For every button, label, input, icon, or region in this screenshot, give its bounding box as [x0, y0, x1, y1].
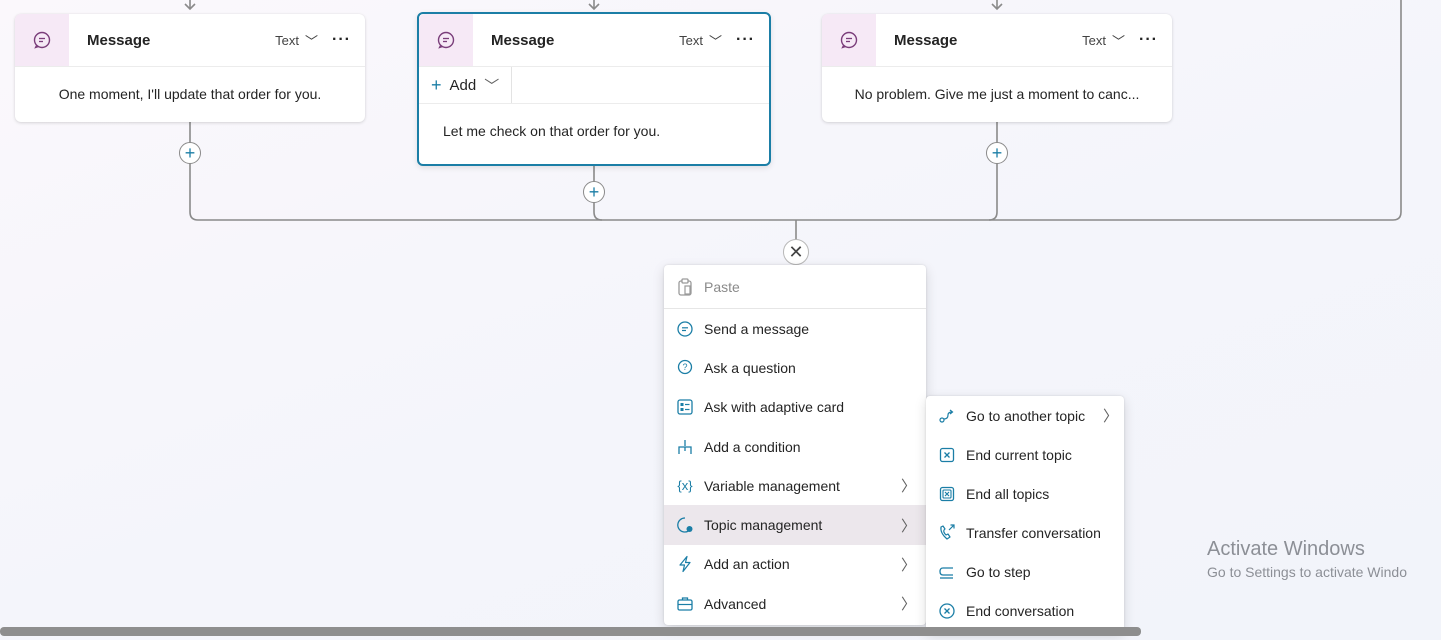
add-node-button[interactable]: + [583, 181, 605, 203]
chevron-right-icon: 〉 [900, 556, 916, 574]
submenu-item-end-all-topics[interactable]: End all topics [926, 474, 1124, 513]
card-header: Message Text ﹀ ··· [15, 14, 365, 67]
more-options-button[interactable]: ··· [736, 31, 755, 49]
submenu-item-label: Transfer conversation [966, 524, 1101, 541]
end-topic-icon [938, 446, 956, 464]
lightning-icon [676, 555, 694, 573]
message-text[interactable]: Let me check on that order for you. [419, 104, 769, 158]
menu-item-add-condition[interactable]: Add a condition [664, 427, 926, 466]
toolbox-icon [676, 595, 694, 613]
card-title: Message [894, 31, 958, 49]
chevron-right-icon: 〉 [900, 596, 916, 614]
variable-icon: {x} [677, 478, 693, 494]
message-text[interactable]: No problem. Give me just a moment to can… [822, 67, 1172, 121]
add-dropdown-button[interactable]: + Add ﹀ [419, 67, 513, 103]
end-conversation-icon [938, 602, 956, 620]
plus-icon: + [431, 74, 442, 95]
chat-bubble-icon [676, 320, 694, 338]
plus-icon: + [588, 182, 600, 202]
menu-item-send-message[interactable]: Send a message [664, 309, 926, 348]
menu-item-paste[interactable]: Paste [664, 265, 926, 308]
branch-icon [676, 438, 694, 456]
menu-item-label: Add an action [704, 556, 790, 573]
message-type-label: Text [679, 32, 703, 48]
menu-item-label: Send a message [704, 320, 810, 337]
message-card[interactable]: Message Text ﹀ ··· One moment, I'll updat… [15, 14, 365, 122]
submenu-item-label: End all topics [966, 485, 1050, 502]
menu-item-label: Paste [704, 278, 740, 295]
question-bubble-icon: ? [676, 359, 694, 377]
chat-bubble-icon [822, 14, 876, 66]
chevron-down-icon: ﹀ [305, 33, 319, 49]
chevron-right-icon: 〉 [1102, 408, 1118, 425]
chevron-down-icon: ﹀ [1112, 33, 1126, 49]
message-type-dropdown[interactable]: Text ﹀ [679, 31, 722, 50]
goto-step-icon [938, 563, 956, 581]
message-card[interactable]: Message Text ﹀ ··· No problem. Give me ju… [822, 14, 1172, 122]
redirect-icon [938, 407, 956, 425]
horizontal-scrollbar[interactable] [0, 627, 1141, 636]
chat-bubble-icon [15, 14, 69, 66]
menu-item-advanced[interactable]: Advanced 〉 [664, 584, 926, 623]
message-type-dropdown[interactable]: Text ﹀ [275, 31, 318, 50]
menu-item-label: Ask with adaptive card [704, 399, 845, 416]
card-title: Message [87, 31, 151, 49]
phone-transfer-icon [938, 523, 956, 542]
message-type-label: Text [275, 32, 299, 48]
menu-item-topic-management[interactable]: Topic management 〉 [664, 505, 926, 545]
chevron-right-icon: 〉 [900, 478, 916, 496]
submenu-item-end-current-topic[interactable]: End current topic [926, 435, 1124, 474]
plus-icon: + [991, 143, 1003, 163]
menu-item-label: Variable management [704, 477, 840, 494]
close-icon: ✕ [788, 241, 804, 262]
submenu-item-label: Go to another topic [966, 407, 1086, 424]
menu-item-label: Add a condition [704, 438, 801, 455]
card-header: Message Text ﹀ ··· [419, 14, 769, 67]
submenu-item-transfer-conversation[interactable]: Transfer conversation [926, 513, 1124, 552]
add-node-button[interactable]: + [179, 142, 201, 164]
more-options-button[interactable]: ··· [1139, 31, 1158, 49]
chevron-down-icon: ﹀ [484, 77, 500, 95]
submenu-item-go-to-step[interactable]: Go to step [926, 552, 1124, 591]
menu-item-label: Ask a question [704, 359, 796, 376]
menu-item-variable-management[interactable]: {x} Variable management 〉 [664, 466, 926, 505]
submenu-item-label: Go to step [966, 563, 1031, 580]
activation-watermark: Activate Windows Go to Settings to activ… [1207, 538, 1407, 580]
chevron-down-icon: ﹀ [709, 33, 723, 49]
topic-canvas[interactable]: Message Text ﹀ ··· One moment, I'll updat… [0, 0, 1441, 640]
paste-icon [676, 277, 694, 296]
menu-item-label: Topic management [704, 517, 823, 534]
card-header: Message Text ﹀ ··· [822, 14, 1172, 67]
menu-item-ask-question[interactable]: ? Ask a question [664, 348, 926, 387]
add-toolbar: + Add ﹀ [419, 67, 769, 104]
submenu-item-go-to-topic[interactable]: Go to another topic 〉 [926, 396, 1124, 435]
card-title: Message [491, 31, 555, 49]
plus-icon: + [184, 143, 196, 163]
close-menu-button[interactable]: ✕ [783, 239, 809, 265]
message-card-selected[interactable]: Message Text ﹀ ··· + Add ﹀ Let me check o… [417, 12, 771, 166]
watermark-title: Activate Windows [1207, 538, 1365, 560]
add-node-button[interactable]: + [986, 142, 1008, 164]
more-options-button[interactable]: ··· [332, 31, 351, 49]
menu-item-label: Advanced [704, 595, 767, 612]
menu-item-adaptive-card[interactable]: Ask with adaptive card [664, 388, 926, 427]
topic-management-submenu: Go to another topic 〉 End current topic … [926, 396, 1124, 632]
message-type-dropdown[interactable]: Text ﹀ [1082, 31, 1125, 50]
end-all-icon [938, 485, 956, 503]
chevron-right-icon: 〉 [900, 517, 916, 535]
message-type-label: Text [1082, 32, 1106, 48]
svg-text:?: ? [682, 362, 687, 372]
submenu-item-end-conversation[interactable]: End conversation [926, 591, 1124, 630]
menu-item-add-action[interactable]: Add an action 〉 [664, 545, 926, 584]
message-text[interactable]: One moment, I'll update that order for y… [15, 67, 365, 121]
add-node-menu: Paste Send a message ? Ask a question As… [664, 265, 926, 625]
add-label: Add [449, 76, 477, 94]
watermark-subtitle: Go to Settings to activate Windo [1207, 564, 1407, 580]
submenu-item-label: End conversation [966, 602, 1075, 619]
topic-icon [676, 516, 694, 534]
submenu-item-label: End current topic [966, 446, 1072, 463]
adaptive-card-icon [676, 398, 694, 416]
chat-bubble-icon [419, 14, 473, 66]
